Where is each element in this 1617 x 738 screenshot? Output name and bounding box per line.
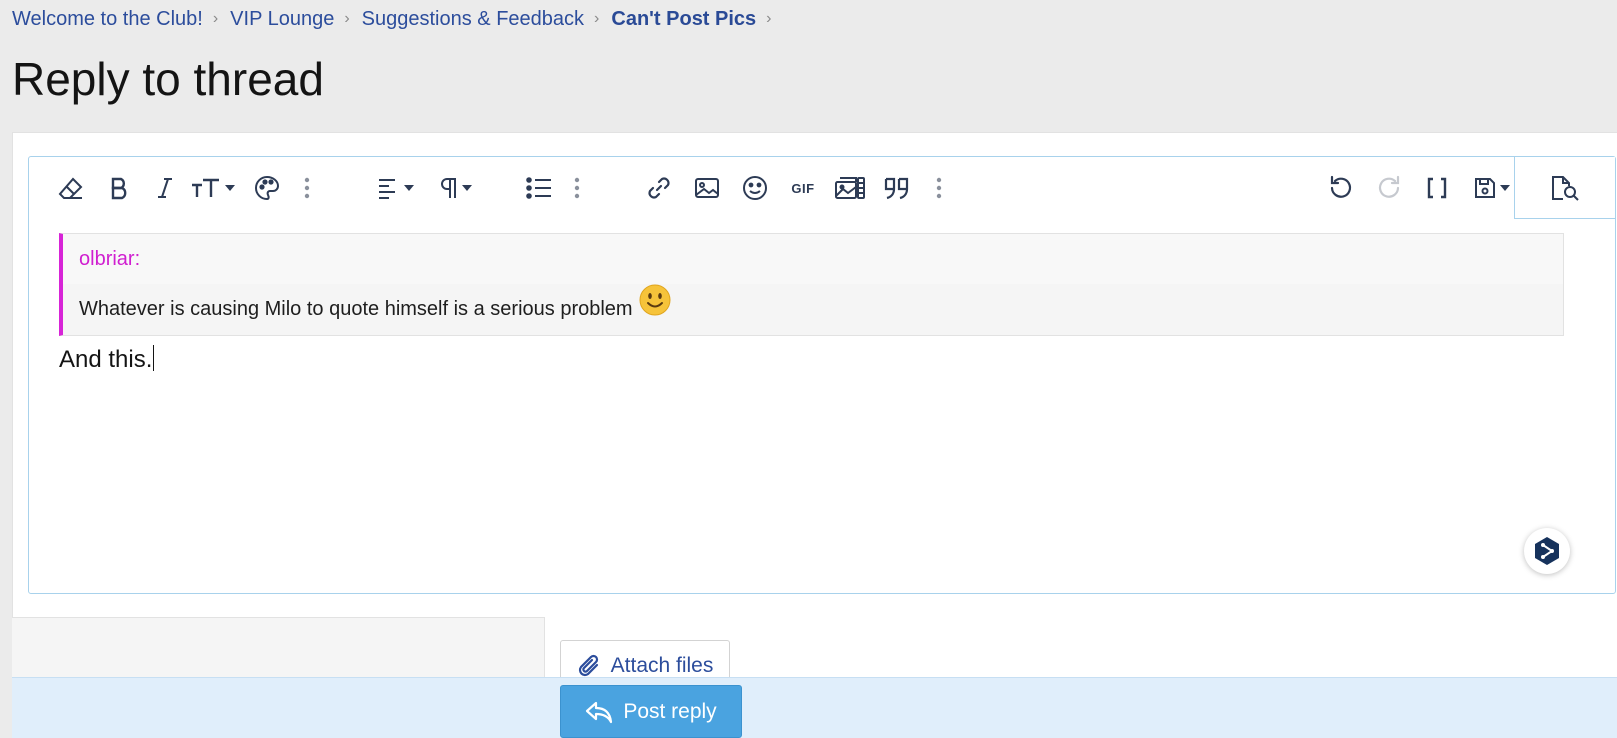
more-vertical-icon[interactable] bbox=[929, 171, 949, 205]
assistant-share-icon[interactable] bbox=[1524, 528, 1570, 574]
font-size-icon[interactable] bbox=[187, 171, 237, 205]
caret-down-icon bbox=[1499, 185, 1510, 191]
preview-icon[interactable] bbox=[1514, 157, 1615, 219]
reply-icon bbox=[586, 701, 613, 723]
media-icon[interactable] bbox=[833, 171, 867, 205]
chevron-right-icon: › bbox=[212, 10, 219, 27]
paperclip-icon bbox=[578, 654, 598, 677]
quote-content: Whatever is causing Milo to quote himsel… bbox=[63, 284, 1563, 334]
more-vertical-icon[interactable] bbox=[567, 171, 587, 205]
caret-down-icon bbox=[403, 185, 414, 191]
list-icon[interactable] bbox=[523, 171, 555, 205]
quote-icon[interactable] bbox=[881, 171, 913, 205]
link-icon[interactable] bbox=[643, 171, 675, 205]
redo-icon[interactable] bbox=[1373, 171, 1405, 205]
gif-icon[interactable]: GIF bbox=[785, 171, 821, 205]
rich-text-editor[interactable]: GIF olbriar: Whatever is causing Milo to… bbox=[28, 156, 1616, 594]
form-submit-row bbox=[12, 677, 1617, 738]
form-row-label-area bbox=[12, 617, 545, 678]
editor-body-text: And this. bbox=[59, 346, 153, 373]
caret-down-icon bbox=[461, 185, 472, 191]
attach-files-label: Attach files bbox=[610, 654, 714, 677]
italic-icon[interactable] bbox=[149, 171, 181, 205]
post-reply-label: Post reply bbox=[623, 699, 717, 723]
post-reply-button[interactable]: Post reply bbox=[560, 685, 742, 738]
chevron-right-icon: › bbox=[344, 10, 350, 27]
breadcrumb-link-suggestions[interactable]: Suggestions & Feedback bbox=[362, 8, 584, 31]
drafts-icon[interactable] bbox=[1469, 171, 1513, 205]
page-title: Reply to thread bbox=[12, 53, 324, 105]
chevron-right-icon: › bbox=[766, 10, 772, 27]
editor-toolbar: GIF bbox=[29, 157, 1615, 221]
bbcode-icon[interactable] bbox=[1421, 171, 1453, 205]
breadcrumb: Welcome to the Club! › VIP Lounge › Sugg… bbox=[12, 4, 784, 34]
paragraph-icon[interactable] bbox=[433, 171, 477, 205]
smile-emoji-icon bbox=[639, 284, 671, 335]
bold-icon[interactable] bbox=[103, 171, 135, 205]
chevron-right-icon: › bbox=[594, 10, 600, 27]
color-palette-icon[interactable] bbox=[251, 171, 283, 205]
image-icon[interactable] bbox=[691, 171, 723, 205]
caret-down-icon bbox=[224, 185, 235, 191]
editor-body[interactable]: And this. bbox=[59, 345, 155, 374]
undo-icon[interactable] bbox=[1325, 171, 1357, 205]
eraser-icon[interactable] bbox=[55, 171, 87, 205]
align-icon[interactable] bbox=[373, 171, 417, 205]
gif-label: GIF bbox=[791, 180, 815, 196]
more-vertical-icon[interactable] bbox=[297, 171, 317, 205]
quote-text: Whatever is causing Milo to quote himsel… bbox=[79, 298, 633, 320]
breadcrumb-link-vip-lounge[interactable]: VIP Lounge bbox=[230, 8, 334, 31]
quote-block[interactable]: olbriar: Whatever is causing Milo to quo… bbox=[59, 233, 1564, 336]
text-cursor bbox=[153, 345, 155, 371]
breadcrumb-link-thread[interactable]: Can't Post Pics bbox=[611, 8, 756, 31]
emoji-icon[interactable] bbox=[739, 171, 771, 205]
quote-author: olbriar: bbox=[63, 234, 1563, 284]
breadcrumb-link-welcome[interactable]: Welcome to the Club! bbox=[12, 8, 203, 31]
